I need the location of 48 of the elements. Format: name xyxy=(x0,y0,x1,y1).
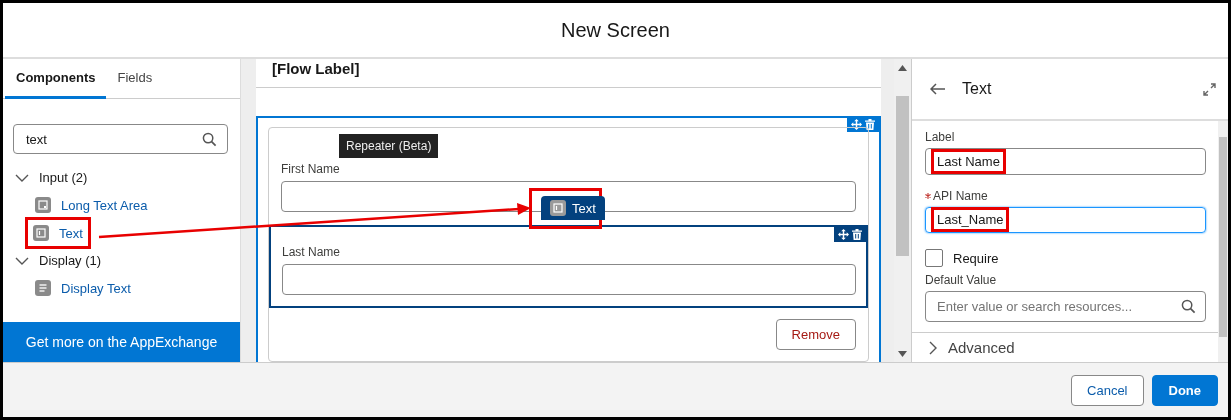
done-button[interactable]: Done xyxy=(1151,374,1218,406)
search-icon xyxy=(1181,299,1196,314)
field-label: Default Value xyxy=(925,273,997,287)
move-icon[interactable] xyxy=(838,229,849,240)
drag-chip[interactable]: Text xyxy=(541,196,605,220)
flow-label: [Flow Label] xyxy=(256,59,881,88)
expand-icon[interactable] xyxy=(1203,82,1216,96)
text-input[interactable] xyxy=(281,181,856,212)
move-delete-toolbar[interactable] xyxy=(847,117,879,132)
move-icon[interactable] xyxy=(851,119,862,130)
scroll-up-icon[interactable] xyxy=(898,65,907,71)
cancel-button[interactable]: Cancel xyxy=(1071,374,1144,406)
text-field-icon xyxy=(33,225,49,241)
field-label: First Name xyxy=(281,162,341,176)
scroll-down-icon[interactable] xyxy=(898,351,907,357)
paragraph-icon xyxy=(35,280,51,296)
search-field[interactable]: text xyxy=(13,124,228,154)
repeater-component[interactable]: Repeater (Beta) First Name Last Name Remove Text xyxy=(256,116,881,362)
resource-search-field[interactable]: Enter value or search resources... xyxy=(925,291,1206,322)
field-label: Last Name xyxy=(282,245,342,259)
panel-title: Text xyxy=(962,80,993,98)
text-area-icon xyxy=(35,197,51,213)
search-icon xyxy=(202,132,217,147)
tooltip: Repeater (Beta) xyxy=(339,134,439,158)
back-icon[interactable] xyxy=(930,83,946,95)
component-link[interactable]: Long Text Area xyxy=(61,197,148,213)
component-link[interactable]: Display Text xyxy=(61,280,131,296)
checkbox-label: Require xyxy=(953,250,999,266)
tree-group[interactable]: Display (1) xyxy=(15,247,240,274)
appexchange-button[interactable]: Get more on the AppExchange xyxy=(3,322,240,362)
palette-tab[interactable]: Fields xyxy=(106,59,164,99)
trash-icon[interactable] xyxy=(852,229,862,240)
remove-button[interactable]: Remove xyxy=(775,319,856,350)
text-input[interactable] xyxy=(282,264,856,295)
selected-field-frame[interactable]: Last Name xyxy=(269,225,868,308)
text-input[interactable]: Last_Name xyxy=(925,206,1206,233)
field-label: API Name xyxy=(933,188,988,203)
palette-tab[interactable]: Components xyxy=(5,59,107,99)
scrollbar[interactable] xyxy=(1218,121,1228,362)
field-label: Label xyxy=(925,130,955,144)
checkbox[interactable] xyxy=(925,249,943,267)
move-delete-toolbar[interactable] xyxy=(834,227,866,242)
tree-group[interactable]: Input (2) xyxy=(15,164,240,191)
trash-icon[interactable] xyxy=(865,119,875,130)
component-link[interactable]: Text xyxy=(59,225,83,241)
dialog-title: New Screen xyxy=(561,18,670,42)
text-input[interactable]: Last Name xyxy=(925,148,1206,175)
text-field-icon xyxy=(550,200,566,216)
